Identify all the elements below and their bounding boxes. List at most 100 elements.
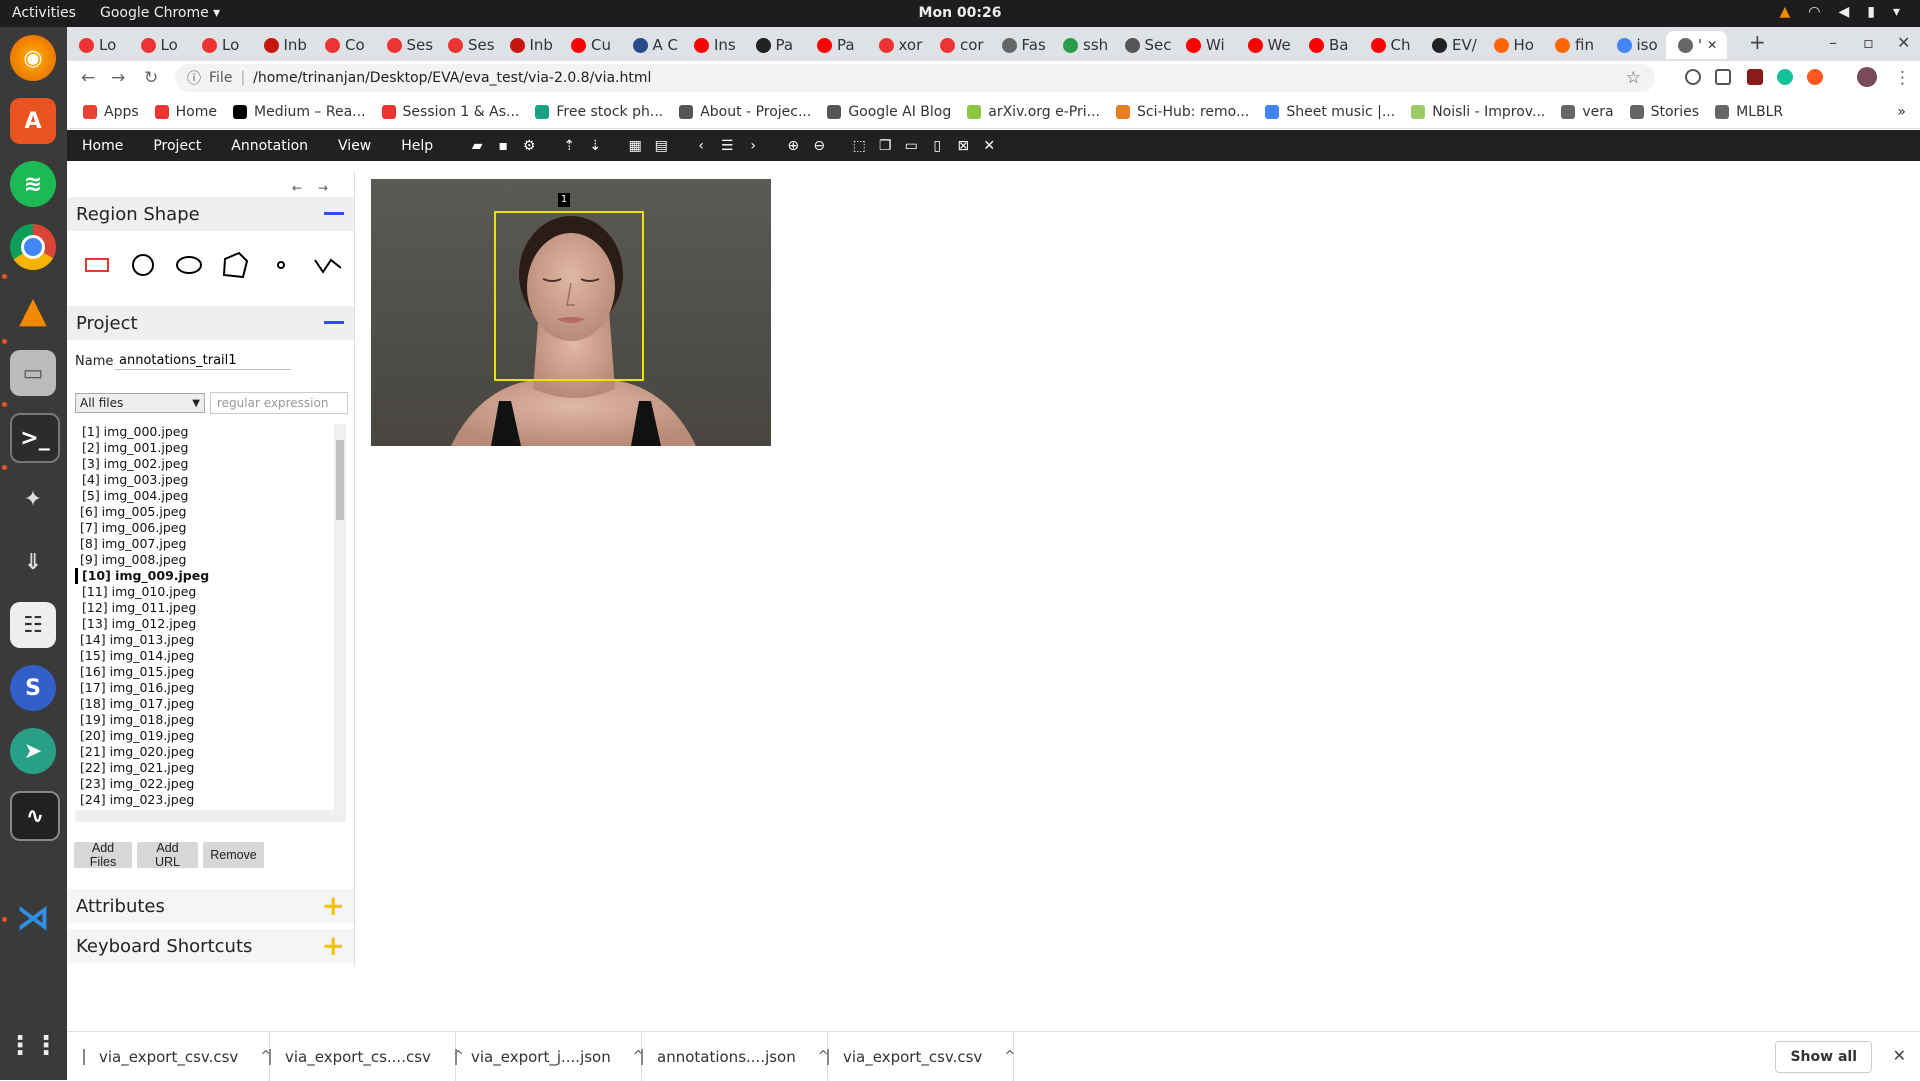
spotify-icon[interactable]: ≋ (10, 161, 56, 207)
pocket-extension-icon[interactable] (1715, 69, 1731, 85)
file-list-item[interactable]: [18] img_017.jpeg (75, 696, 340, 712)
bookmark-item[interactable]: Free stock ph... (535, 104, 663, 120)
file-list-item[interactable]: [3] img_002.jpeg (75, 456, 340, 472)
export-icon[interactable]: ⇣ (586, 137, 604, 155)
region-id-label[interactable]: 1 (558, 193, 570, 207)
annotation-editor-icon[interactable]: ▤ (652, 137, 670, 155)
file-list-item[interactable]: [14] img_013.jpeg (75, 632, 340, 648)
download-item[interactable]: via_export_csv.csv ^ (827, 1032, 1015, 1081)
polyline-shape-icon[interactable] (313, 251, 341, 279)
chrome-icon[interactable] (10, 224, 56, 270)
browser-tab[interactable]: Ses (436, 31, 497, 59)
region-shape-header[interactable]: Region Shape (67, 197, 354, 231)
zoom-out-icon[interactable]: ⊖ (810, 137, 828, 155)
system-monitor-icon[interactable]: ∿ (10, 791, 60, 841)
software-center-icon[interactable]: A (10, 98, 56, 144)
file-list-item[interactable]: [5] img_004.jpeg (75, 488, 340, 504)
shortcuts-header[interactable]: Keyboard Shortcuts + (67, 929, 354, 963)
browser-tab[interactable]: We (1236, 31, 1297, 59)
browser-tab[interactable]: Wi (1174, 31, 1235, 59)
collapse-icon[interactable] (324, 321, 344, 324)
select-all-icon[interactable]: ⬚ (850, 137, 868, 155)
reload-icon[interactable]: ↻ (144, 68, 158, 88)
menu-annotation[interactable]: Annotation (216, 138, 323, 154)
vscode-icon[interactable]: ⋊ (10, 895, 56, 941)
file-list-hscrollbar[interactable] (75, 810, 346, 822)
chrome-menu-icon[interactable]: ⋮ (1894, 68, 1911, 88)
browser-tab[interactable]: Lo (67, 31, 128, 59)
file-list-item[interactable]: [21] img_020.jpeg (75, 744, 340, 760)
image-list-icon[interactable]: ☰ (718, 137, 736, 155)
grid-view-icon[interactable]: ▦ (626, 137, 644, 155)
open-folder-icon[interactable]: ▰ (468, 137, 486, 155)
file-list-scrollbar[interactable] (334, 424, 346, 810)
file-list-item[interactable]: [8] img_007.jpeg (75, 536, 340, 552)
file-list-item[interactable]: [1] img_000.jpeg (75, 424, 340, 440)
paste-multi-icon[interactable]: ▯ (928, 137, 946, 155)
remove-button[interactable]: Remove (203, 842, 264, 868)
browser-tab[interactable]: cor (928, 31, 989, 59)
browser-tab[interactable]: Ch (1359, 31, 1420, 59)
region-bounding-box[interactable] (494, 211, 644, 381)
bookmark-item[interactable]: About - Projec... (679, 104, 811, 120)
file-filter-select[interactable]: All files ▼ (75, 393, 205, 413)
file-list-item[interactable]: [20] img_019.jpeg (75, 728, 340, 744)
bookmark-item[interactable]: Sci-Hub: remo... (1115, 104, 1249, 120)
file-list-item[interactable]: [17] img_016.jpeg (75, 680, 340, 696)
project-header[interactable]: Project (67, 306, 354, 340)
blocker-extension-icon[interactable] (1685, 69, 1701, 85)
attributes-header[interactable]: Attributes + (67, 889, 354, 923)
paste-icon[interactable]: ▭ (902, 137, 920, 155)
vlc-icon[interactable]: ▲ (10, 287, 56, 333)
download-item[interactable]: via_export_csv.csv ^ (83, 1032, 271, 1081)
vlc-tray-icon[interactable]: ▲ (1779, 4, 1790, 20)
file-list-item[interactable]: [22] img_021.jpeg (75, 760, 340, 776)
browser-tab[interactable]: Fas (990, 31, 1051, 59)
browser-tab[interactable]: Ho (1482, 31, 1543, 59)
browser-tab[interactable]: A C (621, 31, 682, 59)
system-tools-icon[interactable]: ✦ (10, 476, 56, 522)
file-list-item[interactable]: [10] img_009.jpeg (75, 568, 340, 584)
clock[interactable]: Mon 00:26 (900, 5, 1020, 21)
menu-project[interactable]: Project (138, 138, 216, 154)
mixer-icon[interactable]: ☷ (10, 602, 56, 648)
import-icon[interactable]: ⇡ (560, 137, 578, 155)
bookmark-item[interactable]: Session 1 & As... (381, 104, 519, 120)
close-download-shelf-icon[interactable]: ✕ (1893, 1046, 1906, 1065)
bookmark-item[interactable]: MLBLR (1715, 104, 1783, 120)
forward-icon[interactable]: → (111, 68, 125, 88)
fire-extension-icon[interactable] (1807, 69, 1823, 85)
firefox-icon[interactable]: ◉ (10, 35, 56, 81)
file-list-item[interactable]: [11] img_010.jpeg (75, 584, 340, 600)
bookmark-item[interactable]: Home (154, 104, 217, 120)
project-name-input[interactable] (115, 351, 291, 370)
file-list-item[interactable]: [15] img_014.jpeg (75, 648, 340, 664)
file-list-item[interactable]: [2] img_001.jpeg (75, 440, 340, 456)
browser-tab[interactable]: Inb (252, 31, 313, 59)
grammarly-extension-icon[interactable] (1777, 69, 1793, 85)
system-tray[interactable]: ▲ ◠ ◀ ▮ ▾ (1779, 4, 1900, 20)
close-tab-icon[interactable]: ✕ (1707, 38, 1717, 52)
app-menu[interactable]: Google Chrome ▾ (100, 5, 220, 21)
download-options-icon[interactable]: ^ (1004, 1049, 1015, 1064)
add-files-button[interactable]: Add Files (74, 841, 132, 869)
download-item[interactable]: via_export_j....json ^ (455, 1032, 644, 1081)
new-tab-button[interactable]: + (1749, 30, 1766, 54)
browser-tab[interactable]: Cu (559, 31, 620, 59)
bookmark-item[interactable]: arXiv.org e-Pri... (967, 104, 1100, 120)
back-icon[interactable]: ← (81, 68, 95, 88)
browser-tab[interactable]: Co (313, 31, 374, 59)
bookmark-item[interactable]: Google AI Blog (827, 104, 951, 120)
file-list-item[interactable]: [12] img_011.jpeg (75, 600, 340, 616)
minimize-icon[interactable]: – (1829, 33, 1837, 52)
bookmark-item[interactable]: vera (1561, 104, 1614, 120)
simplenote-icon[interactable]: S (10, 665, 56, 711)
browser-tab[interactable]: ' ✕ (1666, 31, 1727, 59)
browser-tab[interactable]: Ses (375, 31, 436, 59)
file-list-item[interactable]: [6] img_005.jpeg (75, 504, 340, 520)
browser-tab[interactable]: Sec (1113, 31, 1174, 59)
bookmark-item[interactable]: Noisli - Improv... (1411, 104, 1545, 120)
profile-avatar[interactable] (1857, 67, 1877, 87)
usb-creator-icon[interactable]: ⇓ (10, 539, 56, 585)
circle-shape-icon[interactable] (129, 251, 157, 279)
